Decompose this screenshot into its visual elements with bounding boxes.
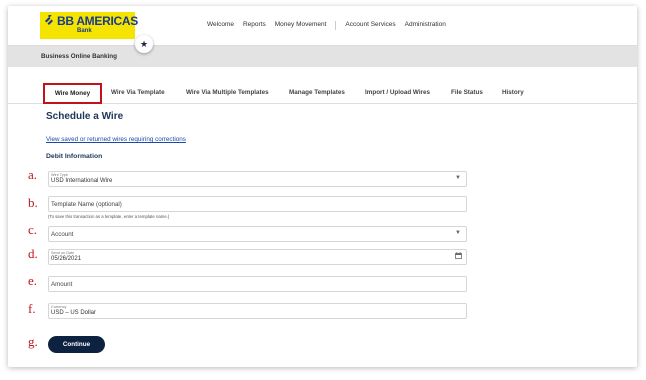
tab-manage-templates[interactable]: Manage Templates: [289, 89, 345, 96]
bb-logo-icon: [44, 14, 54, 28]
wire-type-select[interactable]: Wire Type USD International Wire ▼: [48, 171, 467, 187]
caret-down-icon: ▼: [455, 230, 461, 236]
tab-import-upload-wires[interactable]: Import / Upload Wires: [365, 89, 430, 96]
marker-a: a.: [28, 167, 38, 182]
marker-f: f.: [28, 301, 36, 316]
tab-file-status[interactable]: File Status: [451, 89, 483, 96]
tab-wire-money[interactable]: Wire Money: [43, 83, 102, 104]
amount-input[interactable]: Amount: [48, 276, 467, 292]
top-bar: BB AMERICAS Bank ★ Welcome Reports Money…: [8, 6, 637, 53]
marker-g: g.: [28, 334, 38, 349]
brand-name: BB AMERICAS: [57, 14, 138, 28]
bank-logo[interactable]: BB AMERICAS Bank: [40, 12, 138, 39]
template-name-placeholder: Template Name (optional): [51, 201, 122, 208]
tab-wire-via-template[interactable]: Wire Via Template: [111, 89, 165, 96]
app-window: BB AMERICAS Bank ★ Welcome Reports Money…: [8, 6, 637, 367]
marker-d: d.: [28, 246, 38, 261]
nav-welcome[interactable]: Welcome: [207, 21, 234, 30]
brand-sub: Bank: [77, 28, 92, 34]
nav-money-movement[interactable]: Money Movement: [275, 21, 327, 30]
tab-wire-via-multiple-templates[interactable]: Wire Via Multiple Templates: [186, 89, 269, 96]
marker-e: e.: [28, 273, 38, 288]
section-title: Debit Information: [46, 153, 103, 160]
template-name-input[interactable]: Template Name (optional): [48, 196, 467, 212]
currency-label: Currency: [51, 305, 67, 309]
send-on-date-input[interactable]: Send on Date 05/26/2021: [48, 249, 467, 265]
star-icon[interactable]: ★: [135, 35, 153, 53]
nav-administration[interactable]: Administration: [405, 21, 446, 30]
currency-value: USD – US Dollar: [51, 310, 97, 316]
tab-history[interactable]: History: [502, 89, 524, 96]
top-nav: Welcome Reports Money Movement Account S…: [207, 21, 455, 30]
account-select[interactable]: Account ▼: [48, 226, 467, 242]
brand-name-row: BB AMERICAS: [44, 14, 138, 28]
calendar-icon[interactable]: [455, 252, 462, 261]
wire-type-value: USD International Wire: [51, 178, 113, 184]
amount-placeholder: Amount: [51, 281, 73, 288]
send-on-date-value: 05/26/2021: [51, 256, 82, 262]
continue-button[interactable]: Continue: [48, 336, 105, 353]
send-on-date-label: Send on Date: [51, 251, 75, 255]
marker-c: c.: [28, 222, 38, 237]
nav-divider: [335, 21, 337, 30]
account-placeholder: Account: [51, 231, 74, 238]
sub-bar-title: Business Online Banking: [41, 53, 117, 60]
nav-reports[interactable]: Reports: [243, 21, 266, 30]
tab-bar: Wire Money Wire Via Template Wire Via Mu…: [8, 82, 637, 104]
nav-account-services[interactable]: Account Services: [345, 21, 395, 30]
sub-bar: Business Online Banking: [8, 46, 637, 67]
marker-b: b.: [28, 195, 38, 210]
page-title: Schedule a Wire: [46, 111, 124, 122]
caret-down-icon: ▼: [455, 175, 461, 181]
saved-wires-link[interactable]: View saved or returned wires requiring c…: [46, 136, 186, 143]
wire-type-label: Wire Type: [51, 173, 69, 177]
currency-select[interactable]: Currency USD – US Dollar: [48, 303, 467, 319]
template-name-hint: (To save this transaction as a template,…: [48, 214, 170, 219]
